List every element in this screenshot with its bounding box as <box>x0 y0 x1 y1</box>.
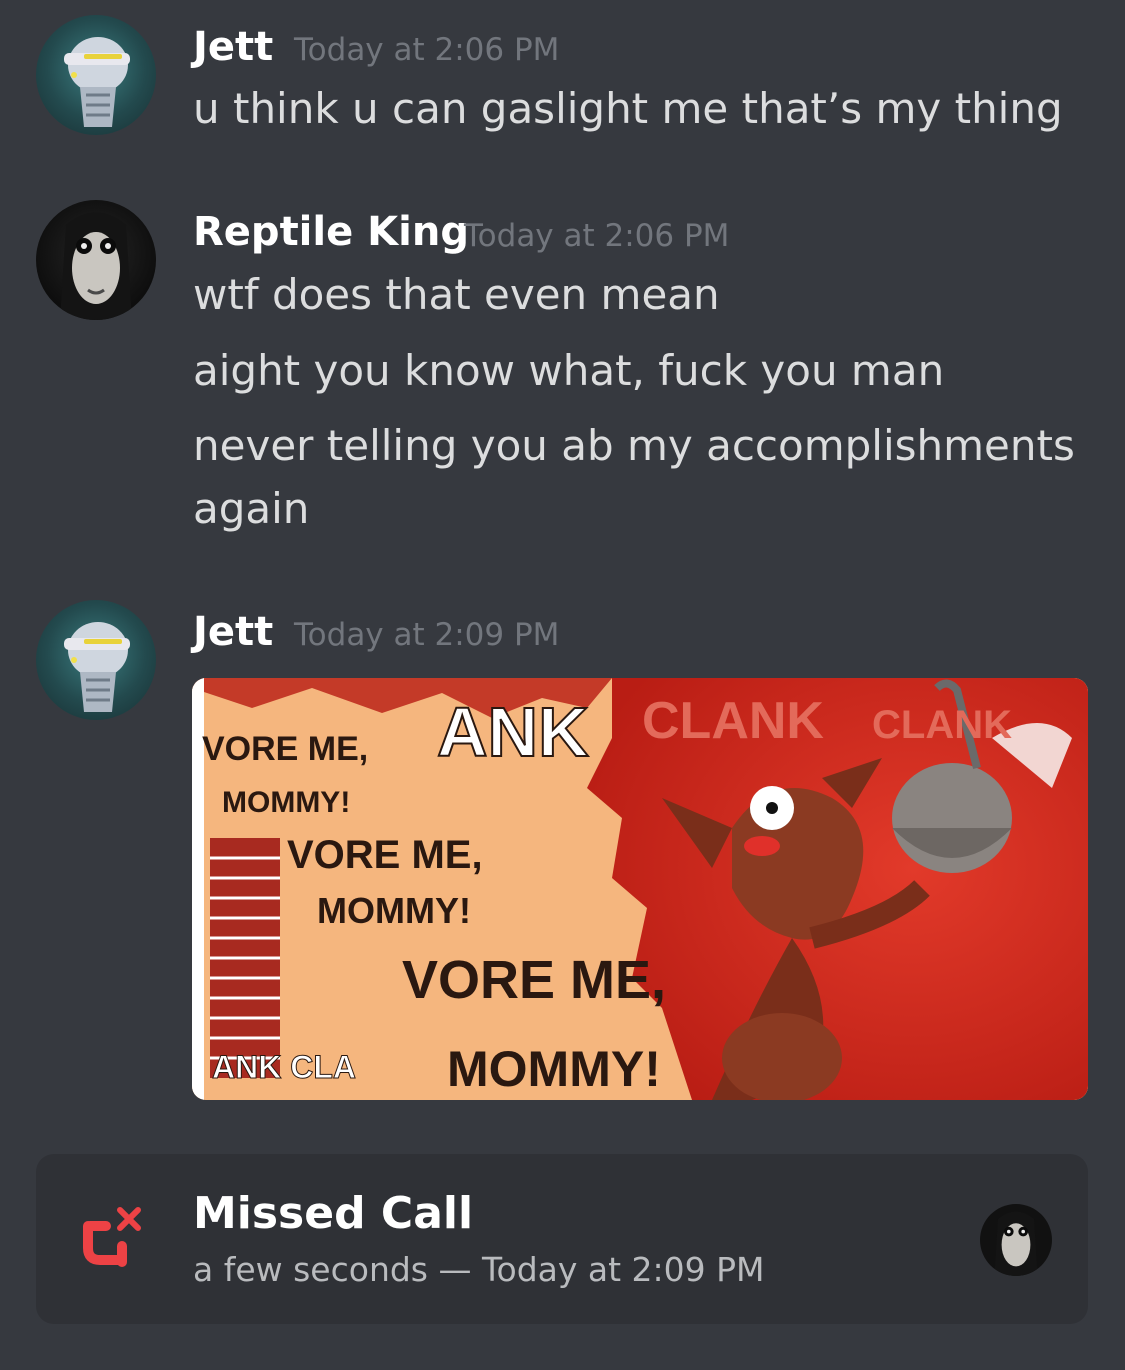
timestamp: Today at 2:06 PM <box>464 218 730 254</box>
timestamp: Today at 2:06 PM <box>294 32 560 68</box>
avatar[interactable] <box>36 15 156 135</box>
pale-face-avatar-icon <box>994 1211 1038 1276</box>
comic-image: VORE ME, MOMMY! VORE ME, MOMMY! VORE ME,… <box>192 678 1088 1100</box>
comic-text: MOMMY! <box>222 786 350 819</box>
missed-call-card[interactable]: Missed Call a few seconds — Today at 2:0… <box>36 1154 1088 1324</box>
message-text: u think u can gaslight me that’s my thin… <box>193 84 1063 133</box>
message-text: wtf does that even mean <box>193 270 720 319</box>
comic-text: VORE ME, <box>402 950 666 1010</box>
comic-text: ANK <box>437 693 589 771</box>
image-attachment[interactable]: VORE ME, MOMMY! VORE ME, MOMMY! VORE ME,… <box>192 678 1088 1100</box>
comic-text: MOMMY! <box>447 1041 661 1097</box>
missed-call-title: Missed Call <box>193 1188 474 1239</box>
username[interactable]: Reptile King <box>193 209 469 255</box>
message-text: again <box>193 484 310 533</box>
caller-avatar[interactable] <box>980 1204 1052 1276</box>
missed-call-subtitle: a few seconds — Today at 2:09 PM <box>193 1250 765 1289</box>
username[interactable]: Jett <box>193 24 273 70</box>
comic-text: VORE ME, <box>202 730 368 768</box>
username[interactable]: Jett <box>193 609 273 655</box>
comic-text: ANK CLA <box>212 1049 356 1085</box>
timestamp: Today at 2:09 PM <box>294 617 560 653</box>
message-text: aight you know what, fuck you man <box>193 346 945 395</box>
missed-call-icon <box>83 1207 141 1267</box>
comic-text: MOMMY! <box>317 890 471 931</box>
message-text: never telling you ab my accomplishments <box>193 421 1075 470</box>
comic-text: VORE ME, <box>287 833 483 877</box>
robot-avatar-icon <box>64 622 130 712</box>
comic-text: CLANK <box>872 703 1012 747</box>
avatar[interactable] <box>36 600 156 720</box>
pale-face-avatar-icon <box>60 212 132 320</box>
comic-text: CLANK <box>642 692 824 750</box>
robot-avatar-icon <box>64 37 130 127</box>
avatar[interactable] <box>36 200 156 320</box>
